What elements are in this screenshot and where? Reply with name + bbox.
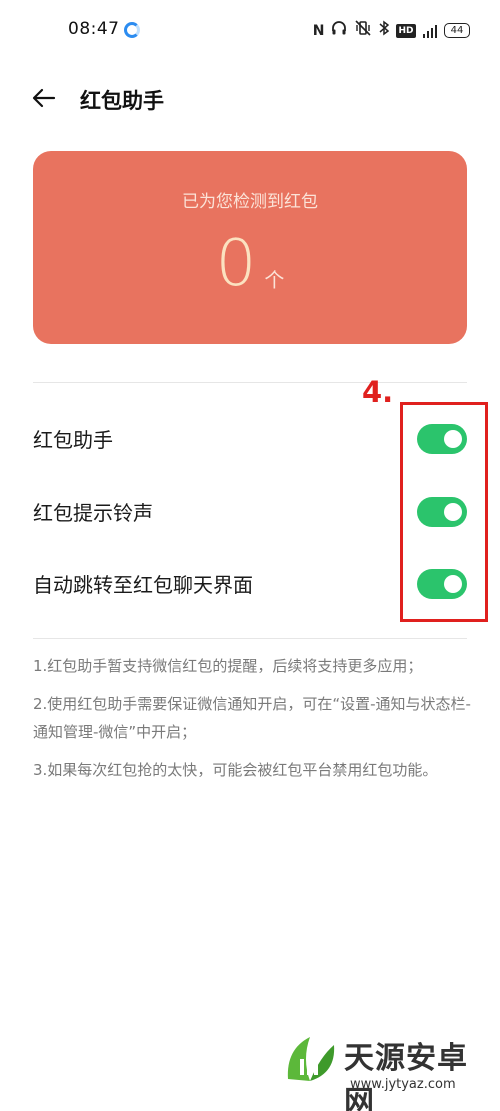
status-time: 08:47 bbox=[68, 19, 120, 39]
notes-section: 1.红包助手暂支持微信红包的提醒，后续将支持更多应用； 2.使用红包助手需要保证… bbox=[33, 652, 473, 794]
page-title: 红包助手 bbox=[80, 89, 164, 113]
watermark: 天源安卓网 www.jytyaz.com bbox=[280, 1025, 490, 1111]
nfc-icon: N bbox=[312, 22, 325, 39]
setting-label: 红包提示铃声 bbox=[33, 501, 153, 525]
setting-row-red-packet-assistant: 红包助手 bbox=[33, 408, 467, 468]
app-notification-icon bbox=[124, 22, 140, 38]
bluetooth-icon bbox=[379, 20, 390, 41]
status-bar: 08:47 N HD 44 bbox=[0, 0, 500, 62]
setting-row-ringtone: 红包提示铃声 bbox=[33, 481, 467, 541]
divider-top bbox=[33, 382, 467, 383]
watermark-url: www.jytyaz.com bbox=[350, 1077, 456, 1092]
vibrate-mute-icon bbox=[354, 20, 372, 41]
auto-jump-toggle[interactable] bbox=[417, 569, 467, 599]
count-value: 0 bbox=[215, 227, 257, 301]
red-packet-count-card: 已为您检测到红包 0 个 bbox=[33, 151, 467, 344]
divider-bottom bbox=[33, 638, 467, 639]
battery-icon: 44 bbox=[444, 23, 470, 38]
note-item: 3.如果每次红包抢的太快，可能会被红包平台禁用红包功能。 bbox=[33, 761, 438, 779]
headset-icon bbox=[331, 20, 347, 41]
setting-label: 红包助手 bbox=[33, 428, 113, 452]
note-item: 2.使用红包助手需要保证微信通知开启，可在“设置-通知与状态栏-通知管理-微信”… bbox=[33, 695, 471, 741]
red-packet-assistant-toggle[interactable] bbox=[417, 424, 467, 454]
header: 红包助手 bbox=[0, 72, 500, 124]
back-arrow-icon bbox=[32, 88, 56, 108]
signal-icon bbox=[422, 24, 437, 38]
setting-row-auto-jump: 自动跳转至红包聊天界面 bbox=[33, 553, 467, 613]
count-caption: 已为您检测到红包 bbox=[182, 192, 318, 212]
watermark-name: 天源安卓网 bbox=[344, 1041, 468, 1111]
setting-label: 自动跳转至红包聊天界面 bbox=[33, 573, 253, 597]
status-icons: N HD 44 bbox=[313, 20, 470, 41]
count-row: 0 个 bbox=[33, 229, 467, 299]
back-button[interactable] bbox=[26, 80, 62, 116]
toggle-knob bbox=[444, 575, 462, 593]
toggle-knob bbox=[444, 430, 462, 448]
toggle-knob bbox=[444, 503, 462, 521]
annotation-step-label: 4. bbox=[362, 375, 394, 409]
count-unit: 个 bbox=[264, 268, 285, 292]
hd-badge: HD bbox=[396, 23, 416, 38]
note-item: 1.红包助手暂支持微信红包的提醒，后续将支持更多应用； bbox=[33, 657, 423, 675]
ringtone-toggle[interactable] bbox=[417, 497, 467, 527]
watermark-logo-icon bbox=[287, 1037, 335, 1081]
